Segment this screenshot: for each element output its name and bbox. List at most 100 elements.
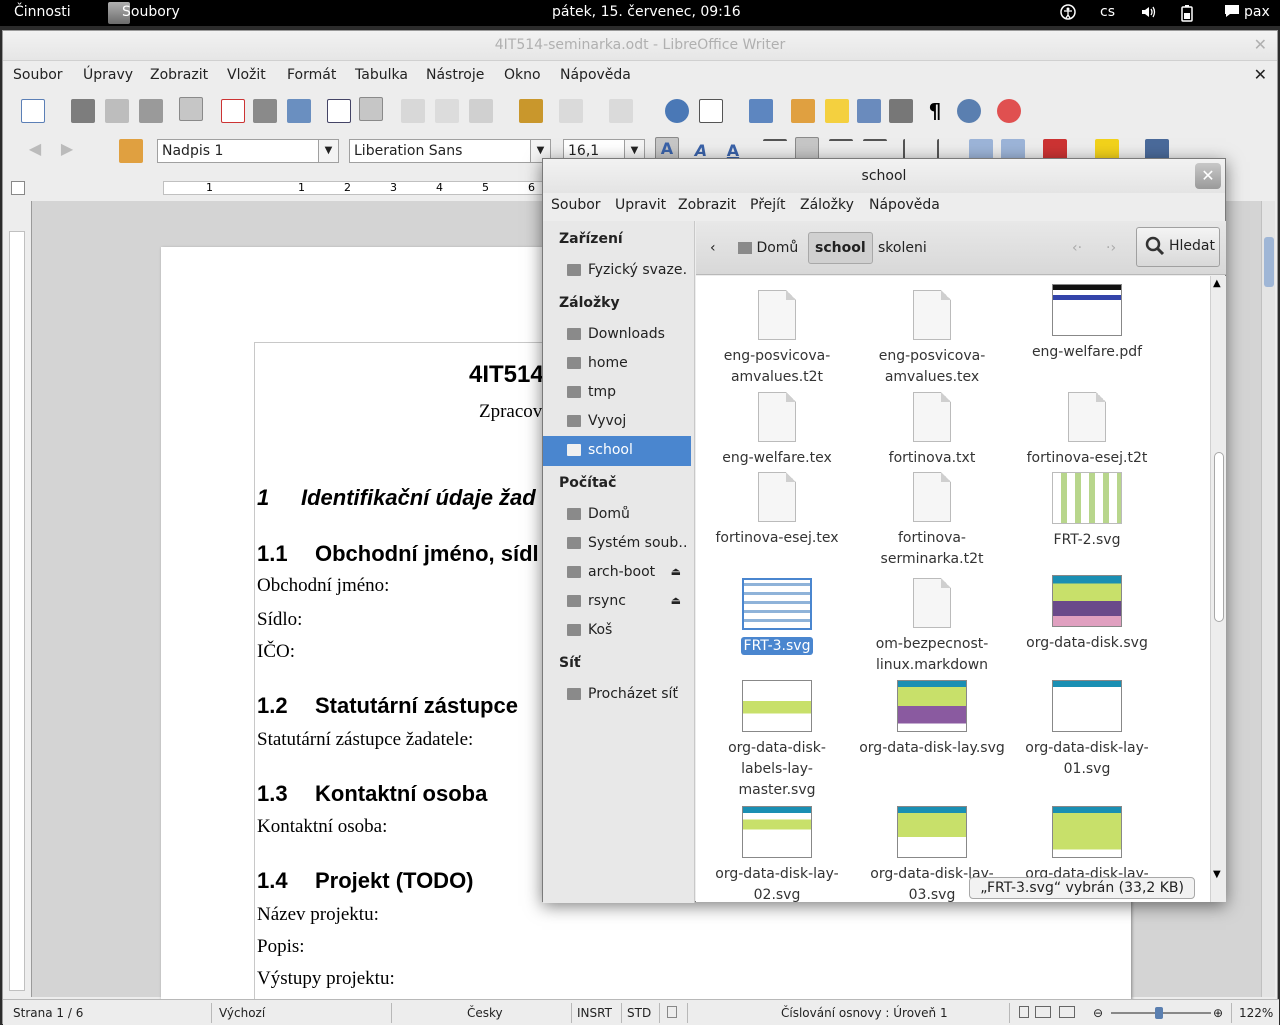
sidebar-item-browse-network[interactable]: Procházet síť <box>543 680 691 710</box>
writer-close-icon[interactable]: ✕ <box>1254 31 1267 59</box>
clock[interactable]: pátek, 15. červenec, 09:16 <box>552 4 741 20</box>
history-back-icon[interactable]: ‹· <box>1072 233 1082 263</box>
app-menu-button[interactable]: Soubory <box>122 4 180 20</box>
print-preview-icon[interactable] <box>287 99 311 123</box>
status-language[interactable]: Česky <box>467 1006 503 1020</box>
hyperlink-icon[interactable] <box>665 99 689 123</box>
single-page-view-icon[interactable] <box>1019 1006 1029 1018</box>
close-icon[interactable]: ✕ <box>1195 163 1221 189</box>
menu-okno[interactable]: Okno <box>504 67 541 83</box>
menu-zobrazit[interactable]: Zobrazit <box>150 67 208 83</box>
doc-line[interactable]: Statutární zástupce žadatele: <box>257 729 473 751</box>
doc-line[interactable]: Kontaktní osoba: <box>257 816 387 838</box>
sidebar-item-vyvoj[interactable]: Vyvoj <box>543 407 691 437</box>
doc-line[interactable]: Sídlo: <box>257 609 302 631</box>
doc-subtitle[interactable]: Zpracov <box>479 401 542 423</box>
chevron-down-icon[interactable]: ▼ <box>318 140 338 162</box>
forward-icon[interactable]: ▶ <box>55 139 79 163</box>
back-icon[interactable]: ◀ <box>23 139 47 163</box>
path-child-button[interactable]: skoleni <box>878 233 927 263</box>
chat-icon[interactable] <box>1224 4 1240 22</box>
file-item[interactable]: eng-welfare.tex <box>702 392 852 469</box>
file-item[interactable]: eng-posvicova-amvalues.t2t <box>702 290 852 388</box>
status-page[interactable]: Strana 1 / 6 <box>13 1006 83 1020</box>
activities-button[interactable]: Činnosti <box>14 4 71 20</box>
scrollbar-thumb[interactable] <box>1214 452 1224 622</box>
sidebar-item-home[interactable]: home <box>543 349 691 379</box>
scroll-up-icon[interactable]: ▲ <box>1213 278 1221 289</box>
file-item[interactable]: org-data-disk.svg <box>1012 575 1162 654</box>
file-item[interactable]: eng-posvicova-amvalues.tex <box>857 290 1007 388</box>
search-button[interactable]: Hledat <box>1136 227 1220 267</box>
path-home-button[interactable]: Domů <box>738 233 798 263</box>
sidebar-item-arch-boot[interactable]: arch-boot ⏏ <box>543 558 691 588</box>
user-menu[interactable]: pax <box>1244 4 1270 20</box>
zoom-in-icon[interactable]: ⊕ <box>1213 1006 1223 1020</box>
menu-zobrazit[interactable]: Zobrazit <box>678 197 736 213</box>
tab-stop-selector[interactable] <box>11 181 25 195</box>
sidebar-item-rsync[interactable]: rsync ⏏ <box>543 587 691 617</box>
email-icon[interactable] <box>139 99 163 123</box>
sidebar-item-trash[interactable]: Koš <box>543 616 691 646</box>
table-icon[interactable] <box>699 99 723 123</box>
accessibility-icon[interactable] <box>1060 4 1076 24</box>
files-titlebar[interactable]: school ✕ <box>543 159 1225 193</box>
cut-icon[interactable] <box>401 99 425 123</box>
file-grid-scrollbar[interactable]: ▲ ▼ <box>1210 276 1226 902</box>
menu-napoveda[interactable]: Nápověda <box>560 67 631 83</box>
eject-icon[interactable]: ⏏ <box>671 594 681 607</box>
doc-title[interactable]: 4IT514 <box>469 361 544 389</box>
new-document-icon[interactable] <box>21 99 45 123</box>
sidebar-item-physical-volume[interactable]: Fyzický svaze… <box>543 256 691 286</box>
spellcheck-icon[interactable] <box>327 99 351 123</box>
menu-nastroje[interactable]: Nástroje <box>426 67 484 83</box>
doc-line[interactable]: Obchodní jméno: <box>257 575 389 597</box>
menu-prejit[interactable]: Přejít <box>750 197 786 213</box>
multi-page-view-icon[interactable] <box>1035 1006 1051 1018</box>
sidebar-item-home-dir[interactable]: Domů <box>543 500 691 530</box>
eject-icon[interactable]: ⏏ <box>671 565 681 578</box>
doc-line[interactable]: IČO: <box>257 641 295 663</box>
navigator-icon[interactable] <box>825 99 849 123</box>
paragraph-style-combo[interactable]: Nadpis 1 ▼ <box>157 139 339 163</box>
zoom-slider-handle[interactable] <box>1155 1007 1163 1019</box>
copy-icon[interactable] <box>435 99 459 123</box>
doc-line[interactable]: Výstupy projektu: <box>257 968 395 990</box>
sidebar-item-tmp[interactable]: tmp <box>543 378 691 408</box>
redo-icon[interactable] <box>609 99 633 123</box>
menu-tabulka[interactable]: Tabulka <box>355 67 408 83</box>
document-scrollbar[interactable] <box>1261 201 1275 997</box>
heading-1-3[interactable]: Kontaktní osoba <box>315 781 487 807</box>
gallery-icon[interactable] <box>857 99 881 123</box>
menu-format[interactable]: Formát <box>287 67 336 83</box>
help-icon[interactable] <box>997 99 1021 123</box>
styles-formatting-icon[interactable] <box>119 139 143 163</box>
doc-line[interactable]: Název projektu: <box>257 904 379 926</box>
clone-formatting-icon[interactable] <box>519 99 543 123</box>
file-item[interactable]: fortinova-esej.tex <box>702 472 852 549</box>
path-current-button[interactable]: school <box>808 232 873 264</box>
status-page-style[interactable]: Výchozí <box>219 1006 265 1020</box>
file-item[interactable]: om-bezpecnost-linux.markdown <box>857 578 1007 676</box>
history-forward-icon[interactable]: ·› <box>1106 233 1116 263</box>
writer-titlebar[interactable]: 4IT514-seminarka.odt - LibreOffice Write… <box>3 31 1277 61</box>
keyboard-layout-indicator[interactable]: cs <box>1100 4 1115 20</box>
edit-mode-icon[interactable] <box>179 97 203 121</box>
data-sources-icon[interactable] <box>889 99 913 123</box>
autospellcheck-icon[interactable] <box>359 97 383 121</box>
menu-soubor[interactable]: Soubor <box>13 67 63 83</box>
draw-icon[interactable] <box>749 99 773 123</box>
show-draw-functions-icon[interactable] <box>791 99 815 123</box>
file-item[interactable]: fortinova-esej.t2t <box>1012 392 1162 469</box>
sidebar-item-filesystem[interactable]: Systém soub… <box>543 529 691 559</box>
menu-napoveda[interactable]: Nápověda <box>869 197 940 213</box>
status-insert-mode[interactable]: INSRT <box>577 1006 612 1020</box>
export-pdf-icon[interactable] <box>221 99 245 123</box>
open-icon[interactable] <box>71 99 95 123</box>
zoom-icon[interactable] <box>957 99 981 123</box>
file-item[interactable]: org-data-disk-lay-01.svg <box>1012 680 1162 780</box>
menu-vlozit[interactable]: Vložit <box>227 67 266 83</box>
heading-1-4-number[interactable]: 1.4 <box>257 868 288 894</box>
save-icon[interactable] <box>105 99 129 123</box>
vertical-ruler[interactable] <box>9 231 25 991</box>
